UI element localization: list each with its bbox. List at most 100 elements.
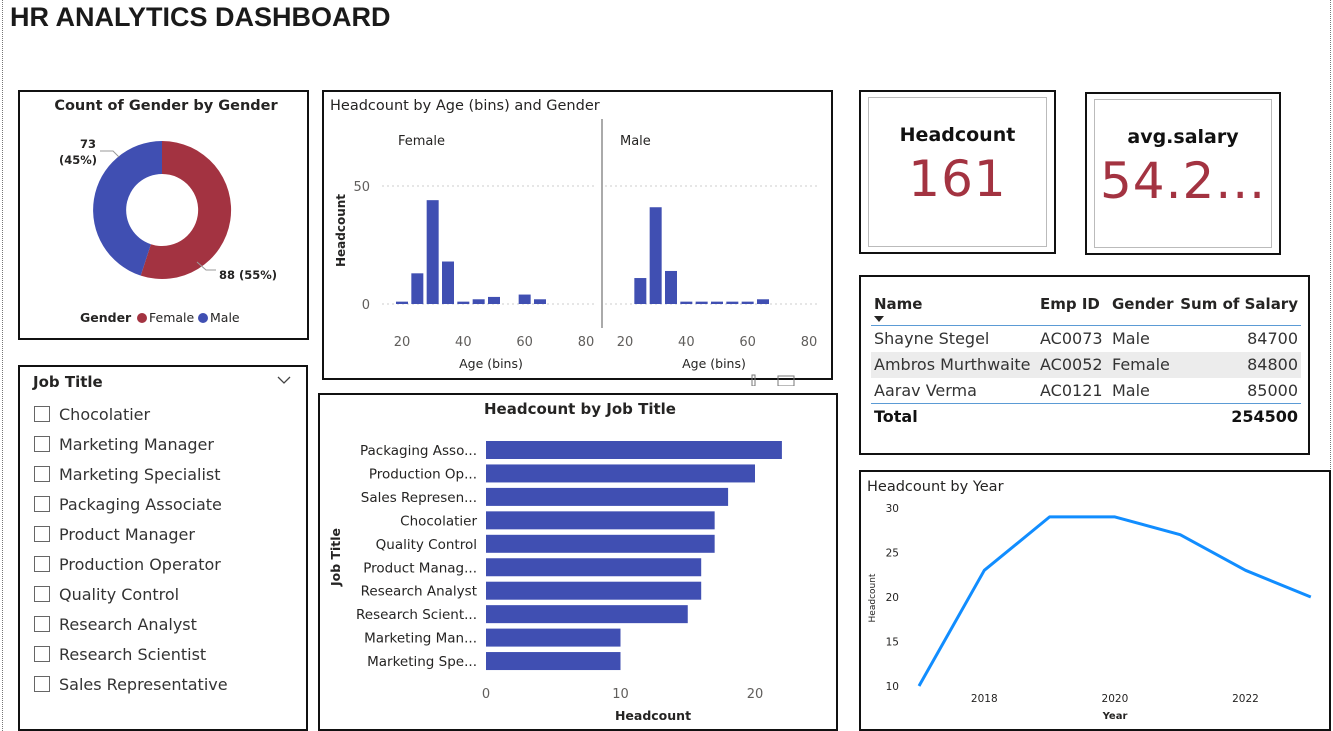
checkbox[interactable] bbox=[34, 496, 50, 512]
salary-table-panel[interactable]: Name Emp ID Gender Sum of Salary Shayne … bbox=[859, 275, 1310, 455]
cell-gender: Female bbox=[1109, 351, 1177, 378]
bar-female-25[interactable] bbox=[411, 273, 424, 304]
checkbox[interactable] bbox=[34, 436, 50, 452]
avg-salary-card-inner: avg.salary 54.2... bbox=[1094, 99, 1272, 248]
col-header-name[interactable]: Name bbox=[871, 285, 1037, 326]
slicer-list: Chocolatier Marketing Manager Marketing … bbox=[34, 399, 228, 699]
year-xtick: 2022 bbox=[1232, 693, 1259, 705]
slicer-item-chocolatier[interactable]: Chocolatier bbox=[34, 399, 228, 429]
bar-female-40[interactable] bbox=[457, 301, 470, 304]
job-bar[interactable] bbox=[486, 605, 688, 624]
slicer-item-product-manager[interactable]: Product Manager bbox=[34, 519, 228, 549]
bar-male-40[interactable] bbox=[680, 301, 693, 304]
checkbox[interactable] bbox=[34, 526, 50, 542]
checkbox[interactable] bbox=[34, 556, 50, 572]
bar-female-45[interactable] bbox=[472, 299, 485, 304]
checkbox[interactable] bbox=[34, 586, 50, 602]
job-bar[interactable] bbox=[486, 511, 715, 530]
job-category-label: Marketing Man... bbox=[364, 631, 477, 647]
col-header-salary[interactable]: Sum of Salary bbox=[1177, 285, 1301, 326]
bar-male-35[interactable] bbox=[665, 270, 677, 304]
cell-name: Ambros Murthwaite bbox=[871, 351, 1037, 378]
legend-female-label[interactable]: Female bbox=[149, 310, 195, 325]
bar-female-30[interactable] bbox=[426, 200, 439, 304]
bar-female-60[interactable] bbox=[518, 294, 531, 304]
slicer-item-production-operator[interactable]: Production Operator bbox=[34, 549, 228, 579]
bar-male-55[interactable] bbox=[726, 301, 739, 304]
checkbox[interactable] bbox=[34, 466, 50, 482]
job-bar[interactable] bbox=[486, 441, 782, 459]
avg-salary-value: 54.2... bbox=[1099, 152, 1266, 210]
job-title-chart-panel[interactable]: Headcount by Job Title Job Title Packagi… bbox=[318, 393, 838, 731]
checkbox[interactable] bbox=[34, 406, 50, 422]
col-header-gender[interactable]: Gender bbox=[1109, 285, 1177, 326]
job-category-label: Packaging Asso... bbox=[360, 443, 477, 459]
legend-female-dot bbox=[137, 313, 147, 323]
slicer-item-sales-representative[interactable]: Sales Representative bbox=[34, 669, 228, 699]
year-chart-panel[interactable]: Headcount by Year Headcount 10 15 20 25 30 2… bbox=[859, 470, 1331, 731]
job-title-slicer[interactable]: Job Title Chocolatier Marketing Manager … bbox=[18, 365, 308, 731]
bar-male-45[interactable] bbox=[695, 301, 708, 304]
bar-male-30[interactable] bbox=[649, 207, 662, 304]
cell-gender: Male bbox=[1112, 380, 1150, 400]
bar-female-65[interactable] bbox=[534, 299, 546, 304]
gender-donut-panel[interactable]: Count of Gender by Gender 73 (45%) 88 (5… bbox=[18, 90, 309, 340]
job-category-label: Marketing Spe... bbox=[367, 654, 477, 670]
bar-male-60[interactable] bbox=[741, 301, 754, 304]
slicer-item-marketing-manager[interactable]: Marketing Manager bbox=[34, 429, 228, 459]
focus-mode-icon[interactable] bbox=[777, 375, 795, 386]
legend-male-label[interactable]: Male bbox=[210, 310, 240, 325]
slicer-title: Job Title bbox=[33, 373, 103, 391]
avg-salary-card[interactable]: avg.salary 54.2... bbox=[1085, 92, 1281, 255]
checkbox[interactable] bbox=[34, 676, 50, 692]
bar-male-65[interactable] bbox=[757, 299, 769, 304]
col-header-emp-id[interactable]: Emp ID bbox=[1037, 285, 1109, 326]
slicer-item-quality-control[interactable]: Quality Control bbox=[34, 579, 228, 609]
age-ylabel: Headcount bbox=[334, 194, 348, 267]
table-row[interactable]: Shayne Stegel AC0073 Male 84700 bbox=[871, 326, 1301, 352]
male-data-label-count: 73 bbox=[80, 137, 96, 151]
slicer-item-packaging-associate[interactable]: Packaging Associate bbox=[34, 489, 228, 519]
headcount-card[interactable]: Headcount 161 bbox=[859, 90, 1056, 254]
year-ytick: 30 bbox=[886, 503, 899, 515]
sort-desc-icon[interactable] bbox=[874, 316, 884, 322]
xtick-female-20: 20 bbox=[394, 335, 411, 350]
job-bar[interactable] bbox=[486, 487, 729, 506]
age-gender-chart-panel[interactable]: Headcount by Age (bins) and Gender Femal… bbox=[322, 90, 833, 380]
bar-female-35[interactable] bbox=[442, 261, 454, 304]
headcount-label: Headcount bbox=[899, 124, 1016, 146]
checkbox[interactable] bbox=[34, 646, 50, 662]
job-bar[interactable] bbox=[486, 464, 755, 483]
slicer-item-research-scientist[interactable]: Research Scientist bbox=[34, 639, 228, 669]
job-bar[interactable] bbox=[486, 558, 702, 577]
job-category-label: Research Analyst bbox=[361, 584, 477, 600]
bar-male-50[interactable] bbox=[711, 301, 723, 304]
year-chart-xlabel: Year bbox=[1102, 711, 1128, 722]
table-row[interactable]: Aarav Verma AC0121 Male 85000 bbox=[871, 378, 1301, 404]
cell-salary: 84700 bbox=[1247, 329, 1298, 349]
bar-female-20[interactable] bbox=[396, 301, 408, 304]
donut-title: Count of Gender by Gender bbox=[54, 98, 278, 114]
visual-header-icons[interactable] bbox=[748, 372, 798, 386]
year-ytick: 25 bbox=[886, 548, 899, 560]
bar-female-50[interactable] bbox=[488, 296, 500, 304]
slicer-item-marketing-specialist[interactable]: Marketing Specialist bbox=[34, 459, 228, 489]
xtick-female-60: 60 bbox=[516, 335, 533, 350]
checkbox[interactable] bbox=[34, 616, 50, 632]
job-bar[interactable] bbox=[486, 652, 621, 671]
table-row[interactable]: Ambros Murthwaite AC0052 Female 84800 bbox=[871, 351, 1301, 378]
cell-salary: 85000 bbox=[1247, 380, 1298, 400]
job-bar[interactable] bbox=[486, 581, 702, 600]
slicer-item-research-analyst[interactable]: Research Analyst bbox=[34, 609, 228, 639]
cell-gender: Male bbox=[1112, 329, 1150, 349]
job-bar[interactable] bbox=[486, 534, 715, 553]
bar-male-25[interactable] bbox=[634, 278, 647, 304]
year-ytick: 20 bbox=[886, 592, 899, 604]
total-label: Total bbox=[874, 407, 918, 427]
headcount-line[interactable] bbox=[917, 515, 1312, 687]
job-category-label: Sales Represen... bbox=[361, 490, 477, 506]
filter-icon[interactable] bbox=[751, 374, 756, 386]
year-xtick: 2018 bbox=[971, 693, 998, 705]
chevron-down-icon[interactable] bbox=[276, 373, 292, 387]
job-bar[interactable] bbox=[486, 628, 621, 647]
